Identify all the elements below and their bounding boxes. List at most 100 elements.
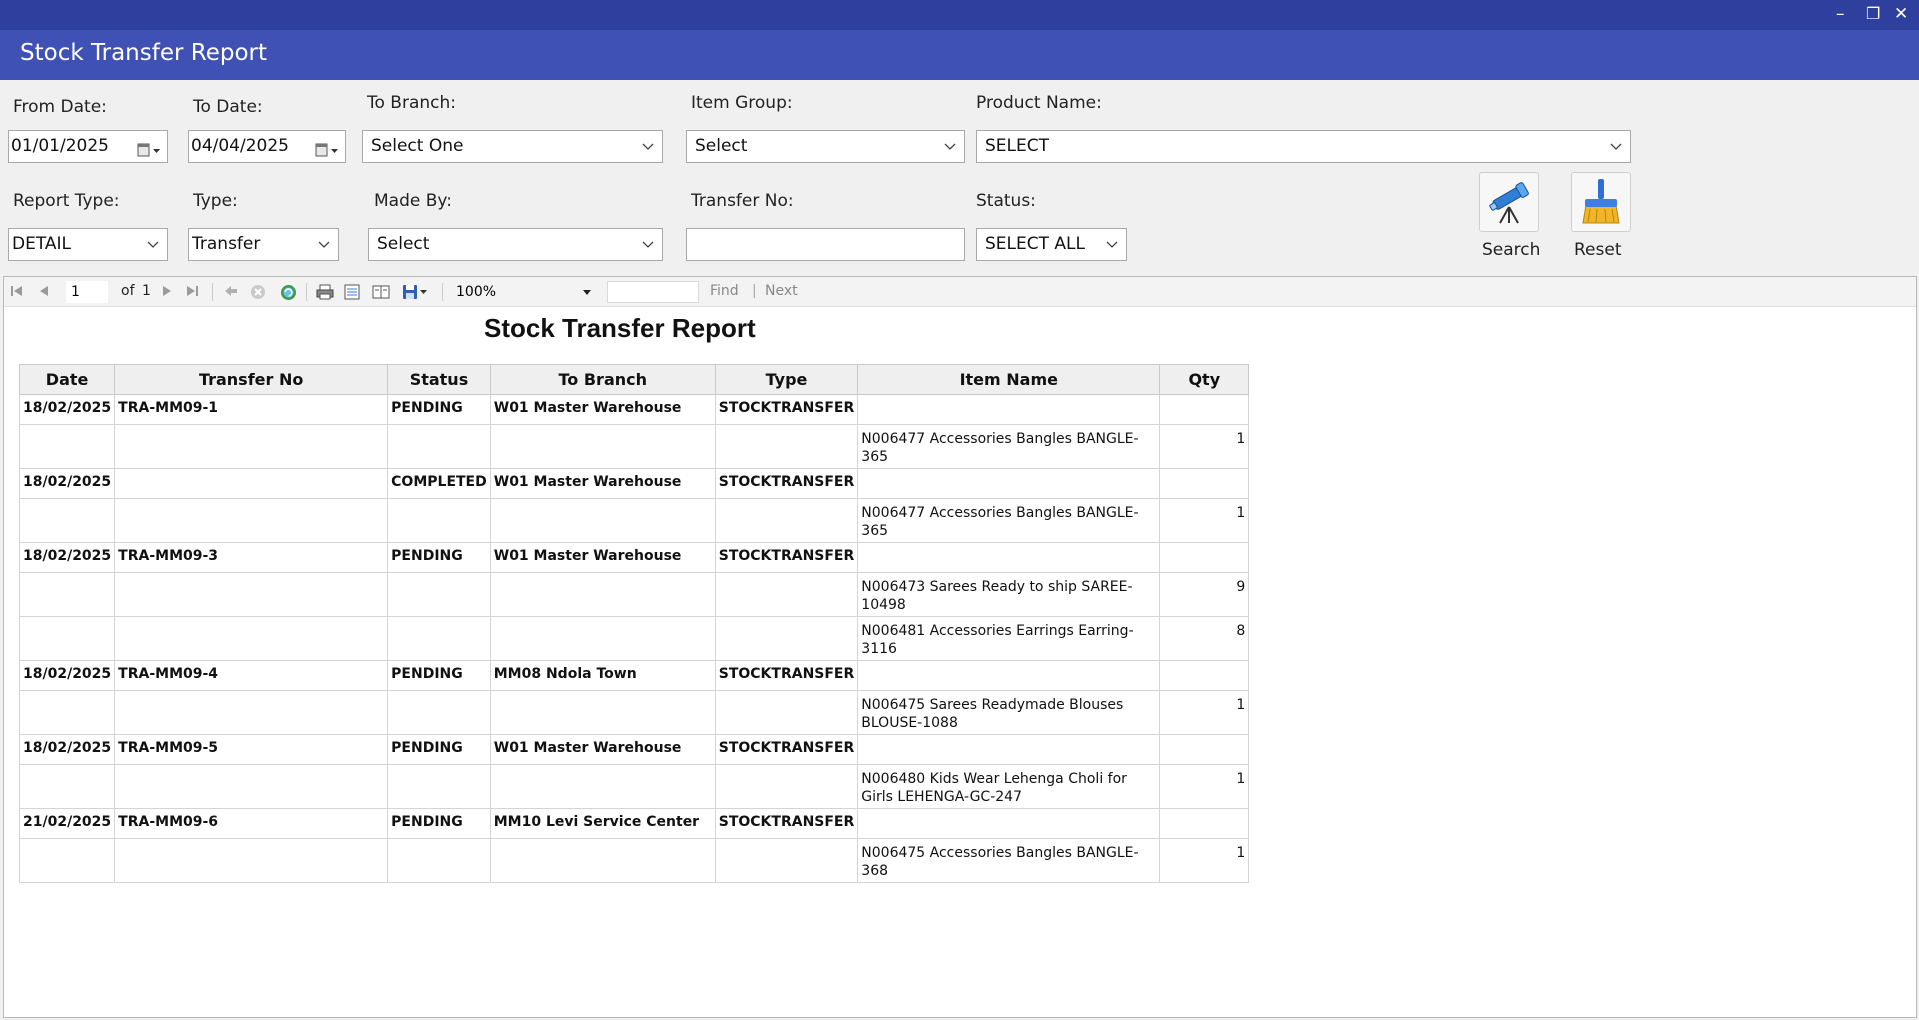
item-group-label: Item Group: (691, 93, 793, 113)
column-header: Date (18, 364, 116, 395)
table-cell: 21/02/2025 (18, 808, 116, 839)
to-branch-select[interactable]: Select One (362, 130, 663, 163)
table-cell (857, 468, 1161, 499)
find-text-input[interactable] (607, 281, 699, 303)
table-cell (1159, 808, 1250, 839)
table-cell (387, 690, 491, 735)
chevron-down-icon (1106, 229, 1120, 260)
print-layout-icon[interactable] (344, 284, 360, 300)
table-cell: MM08 Ndola Town (489, 660, 716, 691)
table-cell (1159, 660, 1250, 691)
table-cell (18, 690, 116, 735)
toolbar-separator (442, 283, 443, 301)
previous-page-icon[interactable] (37, 284, 51, 298)
item-group-value: Select (695, 136, 748, 156)
export-icon[interactable] (402, 284, 428, 300)
last-page-icon[interactable] (185, 284, 199, 298)
table-cell: MM10 Levi Service Center (489, 808, 716, 839)
chevron-down-icon (147, 229, 161, 260)
report-type-value: DETAIL (12, 234, 72, 254)
made-by-select[interactable]: Select (368, 228, 663, 261)
table-cell: 1 (1159, 764, 1250, 809)
item-row: N006475 Sarees Readymade Blouses BLOUSE-… (18, 690, 1250, 735)
table-cell (387, 572, 491, 617)
type-label: Type: (193, 191, 238, 211)
table-cell: 9 (1159, 572, 1250, 617)
table-cell (714, 424, 859, 469)
first-page-icon[interactable] (10, 284, 24, 298)
table-cell (714, 616, 859, 661)
table-cell (18, 572, 116, 617)
transfer-row: 21/02/2025 TRA-MM09-6 PENDING MM10 Levi Ser… (18, 808, 1250, 839)
back-icon[interactable] (223, 284, 239, 298)
product-name-select[interactable]: SELECT (976, 130, 1631, 163)
broom-icon (1582, 179, 1620, 224)
to-branch-value: Select One (371, 136, 464, 156)
zoom-value: 100% (456, 284, 497, 300)
table-cell (114, 424, 389, 469)
chevron-down-icon (642, 229, 656, 260)
column-header: Status (387, 364, 491, 395)
table-cell (1159, 394, 1250, 425)
table-cell: STOCKTRANSFER (714, 734, 859, 765)
print-icon[interactable] (316, 284, 334, 300)
next-page-icon[interactable] (160, 284, 174, 298)
table-cell (114, 468, 389, 499)
find-link[interactable]: Find (710, 283, 739, 299)
stop-icon[interactable] (250, 284, 266, 300)
status-select[interactable]: SELECT ALL (976, 228, 1127, 261)
table-cell: PENDING (387, 808, 491, 839)
to-date-picker[interactable]: 04/04/2025 (188, 130, 346, 163)
type-select[interactable]: Transfer (188, 228, 339, 261)
table-cell: N006473 Sarees Ready to ship SAREE-10498 (857, 572, 1161, 617)
table-cell (1159, 468, 1250, 499)
reset-button-label[interactable]: Reset (1574, 240, 1622, 260)
search-button-label[interactable]: Search (1482, 240, 1540, 260)
table-cell (114, 498, 389, 543)
to-branch-label: To Branch: (367, 93, 456, 113)
search-button[interactable] (1479, 172, 1539, 232)
zoom-select[interactable]: 100% (451, 281, 598, 303)
table-cell: W01 Master Warehouse (489, 542, 716, 573)
item-group-select[interactable]: Select (686, 130, 965, 163)
table-cell: 18/02/2025 (18, 734, 116, 765)
table-cell: N006475 Accessories Bangles BANGLE-368 (857, 838, 1161, 883)
from-date-picker[interactable]: 01/01/2025 (8, 130, 168, 163)
table-cell (714, 838, 859, 883)
table-cell (489, 838, 716, 883)
table-cell: N006475 Sarees Readymade Blouses BLOUSE-… (857, 690, 1161, 735)
table-cell (114, 690, 389, 735)
item-row: N006481 Accessories Earrings Earring-311… (18, 616, 1250, 661)
table-cell (489, 764, 716, 809)
table-cell: STOCKTRANSFER (714, 808, 859, 839)
restore-button[interactable]: ❐ (1866, 4, 1880, 24)
item-row: N006480 Kids Wear Lehenga Choli for Girl… (18, 764, 1250, 809)
minimize-button[interactable]: – (1836, 4, 1845, 24)
table-cell (857, 808, 1161, 839)
page-number-input[interactable]: 1 (66, 281, 108, 303)
toolbar-separator (306, 283, 307, 301)
column-header: Item Name (857, 364, 1161, 395)
table-cell: PENDING (387, 660, 491, 691)
report-table-body: 18/02/2025 TRA-MM09-1 PENDING W01 Master Wa… (18, 394, 1250, 883)
transfer-no-input[interactable] (686, 228, 965, 261)
close-button[interactable]: ✕ (1894, 4, 1908, 24)
table-cell: 1 (1159, 424, 1250, 469)
table-cell: PENDING (387, 734, 491, 765)
report-type-select[interactable]: DETAIL (8, 228, 168, 261)
calendar-dropdown-icon[interactable] (315, 139, 339, 157)
next-link[interactable]: Next (765, 283, 798, 299)
page-setup-icon[interactable] (372, 284, 390, 300)
table-cell (714, 690, 859, 735)
reset-button[interactable] (1571, 172, 1631, 232)
table-cell (114, 838, 389, 883)
table-cell (387, 424, 491, 469)
table-cell: TRA-MM09-1 (114, 394, 389, 425)
table-cell (714, 498, 859, 543)
status-label: Status: (976, 191, 1036, 211)
chevron-down-icon (642, 131, 656, 162)
calendar-dropdown-icon[interactable] (137, 139, 161, 157)
table-cell (489, 424, 716, 469)
refresh-icon[interactable] (280, 284, 297, 301)
table-cell: TRA-MM09-4 (114, 660, 389, 691)
